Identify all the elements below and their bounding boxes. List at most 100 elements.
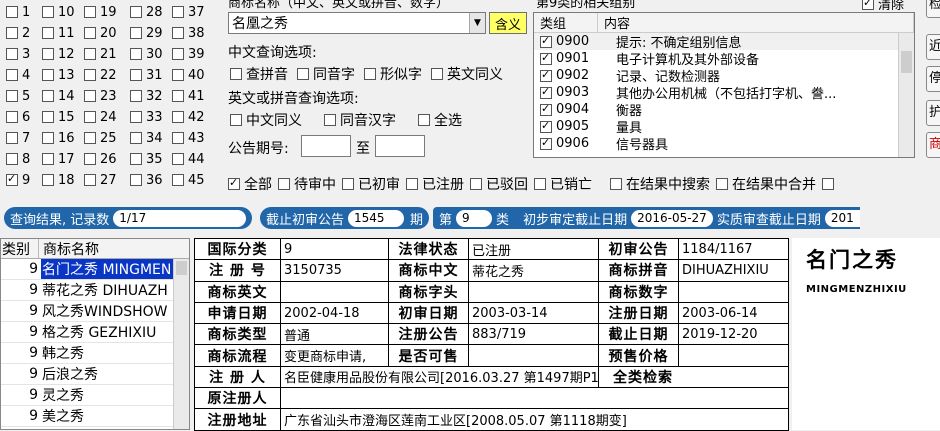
col-class[interactable]: 类别 — [1, 239, 39, 258]
class-checkbox[interactable] — [84, 6, 96, 18]
group-row[interactable]: 0905量具 — [534, 118, 914, 136]
result-row[interactable]: 9 灵之秀 — [1, 385, 173, 406]
class-option-13[interactable]: 13 — [42, 66, 75, 84]
class-checkbox[interactable] — [84, 48, 96, 60]
group-checkbox[interactable] — [540, 119, 552, 133]
class-checkbox[interactable] — [42, 111, 54, 123]
class-checkbox[interactable] — [130, 90, 142, 102]
side-button-1[interactable]: 近 — [926, 34, 940, 60]
status-filter-5[interactable]: 已销亡 — [534, 174, 592, 194]
class-checkbox[interactable] — [6, 132, 18, 144]
chevron-down-icon[interactable]: ▼ — [469, 13, 485, 33]
status-checkbox[interactable] — [228, 176, 240, 190]
class-option-5[interactable]: 5 — [6, 87, 30, 105]
group-checkbox[interactable] — [540, 102, 552, 116]
search-in-results-option[interactable]: 在结果中搜索 — [610, 174, 710, 194]
class-option-11[interactable]: 11 — [42, 24, 75, 42]
cn-checkbox[interactable] — [364, 68, 376, 80]
class-checkbox[interactable] — [172, 111, 184, 123]
trademark-name-combo[interactable]: 名凰之秀 ▼ — [228, 12, 486, 34]
group-row[interactable]: 0902记录、记数检测器 — [534, 67, 914, 85]
class-option-41[interactable]: 41 — [172, 87, 205, 105]
en-checkbox[interactable] — [324, 114, 336, 126]
merge-in-results-option[interactable]: 在结果中合并 — [716, 174, 816, 194]
class-checkbox[interactable] — [172, 48, 184, 60]
extra-checkbox[interactable] — [822, 178, 834, 190]
result-row[interactable]: 9 美之秀 — [1, 406, 173, 427]
class-option-26[interactable]: 26 — [84, 150, 117, 168]
side-button-2[interactable]: 停 — [926, 66, 940, 92]
class-option-4[interactable]: 4 — [6, 66, 30, 84]
group-row[interactable]: 0900提示: 不确定组别信息 — [534, 33, 914, 51]
class-option-10[interactable]: 10 — [42, 3, 75, 21]
result-row[interactable]: 9 风之秀WINDSHOW — [1, 301, 173, 322]
class-checkbox[interactable] — [84, 90, 96, 102]
en-option-0[interactable]: 中文同义 — [230, 110, 302, 130]
class-option-27[interactable]: 27 — [84, 171, 117, 189]
status-filter-3[interactable]: 已注册 — [406, 174, 464, 194]
class-checkbox[interactable] — [172, 27, 184, 39]
full-class-search-link[interactable]: 全类检索 — [598, 365, 789, 389]
class-checkbox[interactable] — [84, 111, 96, 123]
class-checkbox[interactable] — [42, 153, 54, 165]
group-scrollbar[interactable] — [898, 33, 914, 157]
side-button-0[interactable]: 检 — [926, 0, 940, 18]
class-option-35[interactable]: 35 — [130, 150, 163, 168]
class-checkbox[interactable] — [84, 174, 96, 186]
class-option-3[interactable]: 3 — [6, 45, 30, 63]
class-option-2[interactable]: 2 — [6, 24, 30, 42]
class-option-20[interactable]: 20 — [84, 24, 117, 42]
side-button-4[interactable]: 商 — [926, 132, 940, 158]
class-option-15[interactable]: 15 — [42, 108, 75, 126]
class-checkbox[interactable] — [172, 6, 184, 18]
merge-in-results-checkbox[interactable] — [716, 178, 728, 190]
class-checkbox[interactable] — [130, 111, 142, 123]
group-checkbox[interactable] — [540, 136, 552, 150]
class-checkbox[interactable] — [42, 27, 54, 39]
class-option-16[interactable]: 16 — [42, 129, 75, 147]
include-meaning-button[interactable]: 含义 — [489, 12, 527, 34]
class-option-31[interactable]: 31 — [130, 66, 163, 84]
class-option-29[interactable]: 29 — [130, 24, 163, 42]
scroll-thumb[interactable] — [901, 51, 912, 73]
class-checkbox[interactable] — [6, 153, 18, 165]
result-row[interactable]: 9 后浪之秀 — [1, 364, 173, 385]
class-checkbox[interactable] — [130, 27, 142, 39]
class-checkbox[interactable] — [42, 90, 54, 102]
cn-option-2[interactable]: 形似字 — [364, 64, 422, 84]
class-checkbox[interactable] — [6, 172, 18, 186]
class-checkbox[interactable] — [6, 90, 18, 102]
class-option-24[interactable]: 24 — [84, 108, 117, 126]
cn-option-1[interactable]: 同音字 — [297, 64, 355, 84]
cn-checkbox[interactable] — [431, 68, 443, 80]
class-checkbox[interactable] — [172, 90, 184, 102]
class-checkbox[interactable] — [172, 132, 184, 144]
class-option-39[interactable]: 39 — [172, 45, 205, 63]
class-option-19[interactable]: 19 — [84, 3, 117, 21]
class-option-7[interactable]: 7 — [6, 129, 30, 147]
class-checkbox[interactable] — [84, 153, 96, 165]
class-option-40[interactable]: 40 — [172, 66, 205, 84]
class-checkbox[interactable] — [6, 48, 18, 60]
group-row[interactable]: 0903 其他办公用机械（不包括打字机、誊... — [534, 84, 914, 102]
class-option-45[interactable]: 45 — [172, 171, 205, 189]
class-option-38[interactable]: 38 — [172, 24, 205, 42]
class-option-25[interactable]: 25 — [84, 129, 117, 147]
class-checkbox[interactable] — [130, 6, 142, 18]
en-checkbox[interactable] — [230, 114, 242, 126]
period-from-input[interactable] — [301, 135, 351, 157]
class-option-36[interactable]: 36 — [130, 171, 163, 189]
group-checkbox[interactable] — [540, 51, 552, 65]
status-checkbox[interactable] — [534, 178, 546, 190]
cn-option-3[interactable]: 英文同义 — [431, 64, 503, 84]
class-checkbox[interactable] — [6, 111, 18, 123]
class-checkbox[interactable] — [6, 69, 18, 81]
class-checkbox[interactable] — [130, 174, 142, 186]
class-option-23[interactable]: 23 — [84, 87, 117, 105]
class-checkbox[interactable] — [84, 27, 96, 39]
class-checkbox[interactable] — [6, 6, 18, 18]
class-option-6[interactable]: 6 — [6, 108, 30, 126]
group-row[interactable]: 0904衡器 — [534, 101, 914, 119]
status-filter-2[interactable]: 已初审 — [342, 174, 400, 194]
class-checkbox[interactable] — [42, 69, 54, 81]
